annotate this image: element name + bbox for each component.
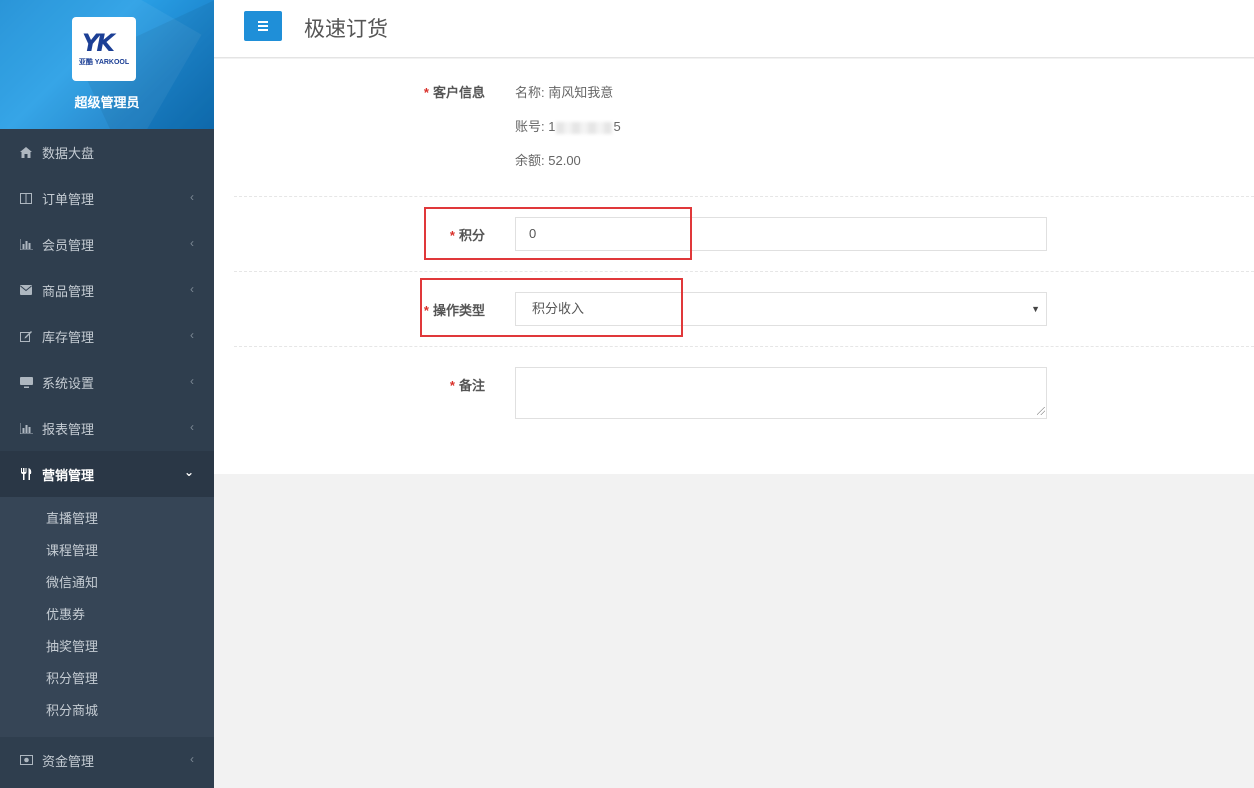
money-icon — [19, 754, 33, 766]
sidebar-item-label: 资金管理 — [42, 753, 95, 769]
menu-toggle-button[interactable] — [244, 11, 282, 41]
sidebar-item-funds[interactable]: 资金管理 ‹ — [0, 737, 214, 783]
required-marker: * — [449, 378, 455, 393]
quick-order-form: * 客户信息 名称: 南风知我意 账号: 15 余额: 52.00 * 积分 0 *… — [214, 59, 1254, 474]
remark-label: * 备注 — [449, 378, 485, 393]
admin-name: 超级管理员 — [74, 95, 140, 110]
highlight-box — [420, 278, 683, 337]
sidebar-menu-bottom: 资金管理 ‹ — [0, 737, 214, 783]
highlight-box — [424, 207, 692, 260]
sidebar-item-label: 会员管理 — [42, 237, 95, 253]
chevron-left-icon: ‹ — [190, 236, 194, 250]
page-title: 极速订货 — [304, 18, 388, 41]
logo-mark: YK — [82, 29, 115, 57]
edit-icon — [19, 330, 33, 342]
chevron-left-icon: ‹ — [190, 374, 194, 388]
submenu-item-coupons[interactable]: 优惠券 — [0, 599, 214, 631]
customer-name: 南风知我意 — [548, 85, 614, 100]
customer-balance-line: 余额: 52.00 — [515, 153, 581, 168]
sidebar-item-orders[interactable]: 订单管理 ‹ — [0, 175, 214, 221]
sidebar-item-members[interactable]: 会员管理 ‹ — [0, 221, 214, 267]
form-divider — [234, 346, 1254, 347]
sidebar-item-settings[interactable]: 系统设置 ‹ — [0, 359, 214, 405]
cutlery-icon — [19, 468, 33, 480]
submenu-item-lottery[interactable]: 抽奖管理 — [0, 631, 214, 663]
sidebar-item-label: 系统设置 — [42, 375, 95, 391]
sidebar-item-products[interactable]: 商品管理 ‹ — [0, 267, 214, 313]
sidebar-item-label: 订单管理 — [42, 191, 95, 207]
envelope-icon — [19, 284, 33, 296]
caret-down-icon: ▼ — [1031, 304, 1040, 314]
sidebar-item-inventory[interactable]: 库存管理 ‹ — [0, 313, 214, 359]
submenu-item-points-mall[interactable]: 积分商城 — [0, 695, 214, 727]
submenu-item-wechat-notify[interactable]: 微信通知 — [0, 567, 214, 599]
bar-chart-icon — [19, 422, 33, 434]
home-icon — [19, 146, 33, 158]
bar-chart-icon — [19, 238, 33, 250]
sidebar-item-label: 商品管理 — [42, 283, 95, 299]
chevron-left-icon: ‹ — [190, 420, 194, 434]
sidebar-item-dashboard[interactable]: 数据大盘 — [0, 129, 214, 175]
chevron-down-icon: ⌄ — [183, 465, 194, 479]
sidebar-menu: 数据大盘 订单管理 ‹ 会员管理 ‹ 商品管理 ‹ 库存管理 ‹ 系统设置 ‹ … — [0, 129, 214, 497]
sidebar-item-label: 库存管理 — [42, 329, 95, 345]
resize-grip-icon[interactable] — [1037, 407, 1045, 415]
submenu-item-points[interactable]: 积分管理 — [0, 663, 214, 695]
sidebar-item-label: 报表管理 — [42, 421, 95, 437]
sidebar-item-label: 营销管理 — [42, 467, 95, 483]
customer-account-line: 账号: 15 — [515, 119, 621, 134]
customer-account: 15 — [548, 119, 621, 134]
form-divider — [234, 271, 1254, 272]
sidebar-item-label: 数据大盘 — [42, 145, 95, 161]
customer-name-line: 名称: 南风知我意 — [515, 85, 614, 100]
chevron-left-icon: ‹ — [190, 328, 194, 342]
chevron-left-icon: ‹ — [190, 282, 194, 296]
sidebar-item-reports[interactable]: 报表管理 ‹ — [0, 405, 214, 451]
logo-subtext: 亚酷 YARKOOL — [78, 59, 130, 66]
customer-balance: 52.00 — [548, 153, 581, 168]
chevron-left-icon: ‹ — [190, 752, 194, 766]
redacted-blur — [556, 121, 613, 134]
remark-textarea[interactable] — [515, 367, 1047, 419]
marketing-submenu: 直播管理 课程管理 微信通知 优惠券 抽奖管理 积分管理 积分商城 — [0, 497, 214, 737]
top-bar: 极速订货 — [214, 0, 1254, 58]
monitor-icon — [19, 376, 33, 388]
form-divider — [234, 196, 1254, 197]
chevron-left-icon: ‹ — [190, 190, 194, 204]
sidebar: YK 亚酷 YARKOOL 超级管理员 数据大盘 订单管理 ‹ 会员管理 ‹ 商… — [0, 0, 214, 788]
submenu-item-courses[interactable]: 课程管理 — [0, 535, 214, 567]
submenu-item-live[interactable]: 直播管理 — [0, 503, 214, 535]
sidebar-item-marketing[interactable]: 营销管理 ⌄ — [0, 451, 214, 497]
hamburger-icon — [258, 21, 268, 23]
customer-info-label: * 客户信息 — [423, 85, 485, 100]
required-marker: * — [423, 85, 429, 100]
profile-header: YK 亚酷 YARKOOL 超级管理员 — [0, 0, 214, 129]
brand-logo: YK 亚酷 YARKOOL — [72, 17, 136, 81]
columns-icon — [19, 192, 33, 204]
